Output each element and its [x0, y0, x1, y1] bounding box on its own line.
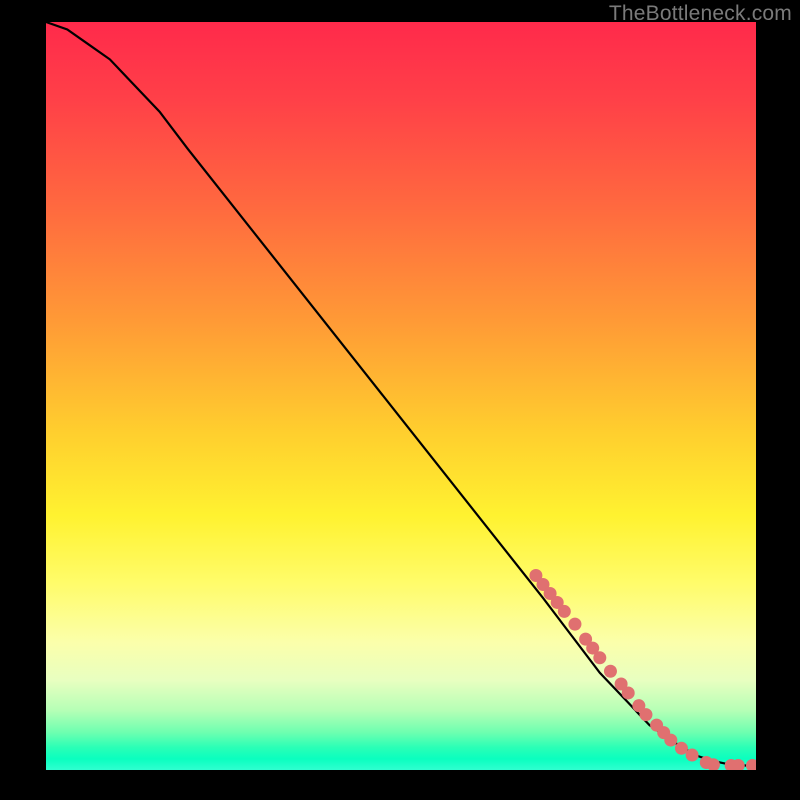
data-point: [558, 605, 571, 618]
data-point: [593, 651, 606, 664]
data-point: [639, 708, 652, 721]
watermark-text: TheBottleneck.com: [609, 2, 792, 26]
chart-frame: TheBottleneck.com: [0, 0, 800, 800]
data-point: [604, 665, 617, 678]
data-point: [746, 759, 756, 770]
data-point: [664, 734, 677, 747]
data-point: [568, 618, 581, 631]
plot-area: [46, 22, 756, 770]
data-point: [686, 749, 699, 762]
chart-svg: [46, 22, 756, 770]
bottleneck-curve: [46, 22, 756, 766]
data-point: [622, 686, 635, 699]
marker-group: [529, 569, 756, 770]
